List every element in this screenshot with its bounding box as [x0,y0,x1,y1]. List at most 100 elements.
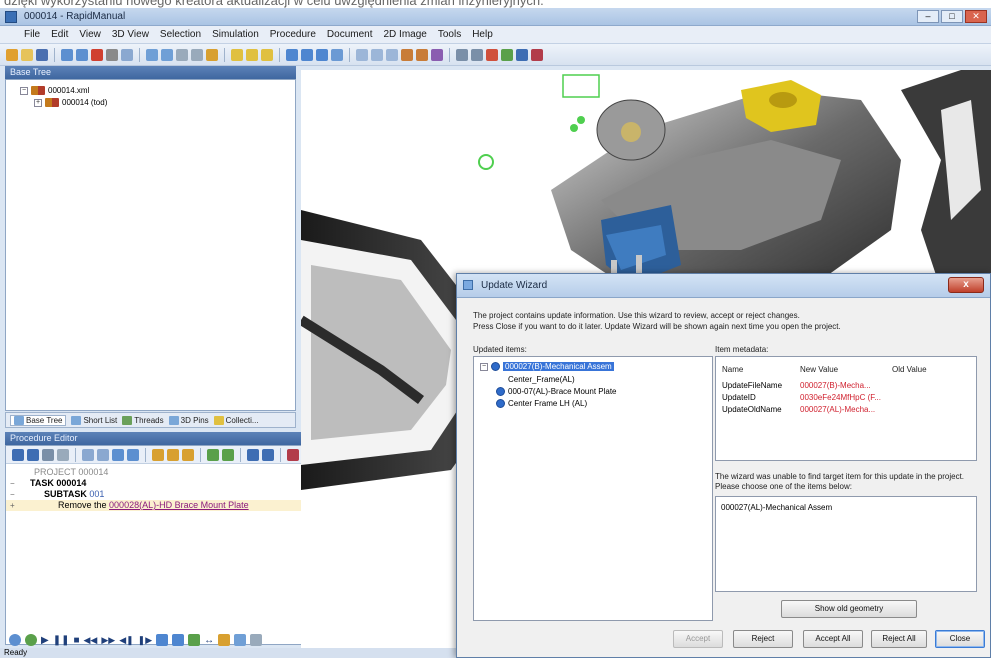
move-down-icon[interactable] [127,448,139,461]
meta-row[interactable]: UpdateID 0030eFe24MfHpC (F... [720,393,974,404]
updated-item[interactable]: Center_Frame(AL) [508,375,575,384]
step-part-link[interactable]: 000028(AL)-HD Brace Mount Plate [109,500,249,510]
updated-item[interactable]: Center Frame LH (AL) [496,399,587,408]
cut-icon[interactable] [106,48,118,61]
loop-icon[interactable] [25,634,37,646]
menu-3d-view[interactable]: 3D View [112,29,149,40]
material-icon[interactable] [501,48,513,61]
menu-simulation[interactable]: Simulation [212,29,259,40]
delete-icon[interactable] [91,48,103,61]
render-icon[interactable] [206,48,218,61]
indent-icon[interactable] [82,448,94,461]
target-item[interactable]: 000027(AL)-Mechanical Assem [721,503,832,512]
move-up-icon[interactable] [112,448,124,461]
delete-step-icon[interactable] [57,448,69,461]
collapse-icon[interactable]: − [10,490,15,499]
menu-document[interactable]: Document [327,29,373,40]
step-back-icon[interactable]: ◀❚ [119,635,133,646]
replace-icon[interactable] [262,448,274,461]
view-top-icon[interactable] [371,48,383,61]
link-icon[interactable] [152,448,164,461]
note-icon[interactable] [182,448,194,461]
updated-item[interactable]: 000-07(AL)-Brace Mount Plate [496,387,617,396]
pan-icon[interactable] [246,48,258,61]
updated-item[interactable]: − 000027(B)-Mechanical Assem [480,362,614,371]
close-button[interactable]: Close [935,630,985,648]
minimize-icon[interactable]: – [917,10,939,23]
tab-threads[interactable]: Threads [122,415,164,425]
menu-selection[interactable]: Selection [160,29,201,40]
menu-help[interactable]: Help [472,29,493,40]
expand-icon[interactable]: + [34,98,42,107]
accept-all-button[interactable]: Accept All [803,630,863,648]
rewind-icon[interactable]: ◀◀ [84,635,98,646]
spell-icon[interactable] [287,448,299,461]
layout-icon[interactable] [191,48,203,61]
image-icon[interactable] [167,448,179,461]
paint-icon[interactable] [486,48,498,61]
collapse-icon[interactable]: − [10,479,15,488]
select-add-icon[interactable] [301,48,313,61]
find-icon[interactable] [247,448,259,461]
menu-2d-image[interactable]: 2D Image [383,29,426,40]
close-window-icon[interactable]: ✕ [965,10,987,23]
select-filter-icon[interactable] [316,48,328,61]
tab-base-tree[interactable]: Base Tree [10,414,67,426]
fit-icon[interactable] [161,48,173,61]
light-icon[interactable] [471,48,483,61]
tab-collections[interactable]: Collecti... [213,415,259,425]
zoom-icon[interactable] [146,48,158,61]
doc-icon[interactable] [42,448,54,461]
grid-icon[interactable] [176,48,188,61]
globe-icon[interactable] [531,48,543,61]
section-icon[interactable] [416,48,428,61]
expand-icon[interactable]: + [10,501,15,510]
tab-short-list[interactable]: Short List [71,415,117,425]
menu-view[interactable]: View [79,29,101,40]
copy-icon[interactable] [121,48,133,61]
meta-row[interactable]: UpdateOldName 000027(AL)-Mecha... [720,405,974,416]
select-icon[interactable] [286,48,298,61]
redo-icon[interactable] [76,48,88,61]
view-front-icon[interactable] [356,48,368,61]
menu-edit[interactable]: Edit [51,29,68,40]
open-icon[interactable] [21,48,33,61]
accept-button[interactable]: Accept [673,630,723,648]
undo-icon[interactable] [61,48,73,61]
camera-icon[interactable] [456,48,468,61]
outdent-icon[interactable] [97,448,109,461]
pause-icon[interactable]: ❚❚ [53,635,70,646]
swap-icon[interactable]: ↔ [204,635,214,646]
save-icon[interactable] [36,48,48,61]
explode-icon[interactable] [401,48,413,61]
meta-row[interactable]: UpdateFileName 000027(B)-Mecha... [720,381,974,392]
tree-item-root[interactable]: − 000014.xml [20,86,89,95]
collapse-icon[interactable]: − [480,362,488,371]
callout-icon[interactable] [222,448,234,461]
frame-icon[interactable] [250,634,263,646]
dialog-close-icon[interactable]: x [948,277,984,293]
reject-all-button[interactable]: Reject All [871,630,927,648]
tab-3d-pins[interactable]: 3D Pins [168,415,209,425]
new-icon[interactable] [6,48,18,61]
show-old-geometry-button[interactable]: Show old geometry [781,600,917,618]
view-side-icon[interactable] [386,48,398,61]
menu-tools[interactable]: Tools [438,29,461,40]
add-step-icon[interactable] [12,448,24,461]
search-icon[interactable] [234,634,247,646]
rotate-icon[interactable] [231,48,243,61]
add-task-icon[interactable] [27,448,39,461]
step-forward-icon[interactable]: ❚▶ [138,635,152,646]
menu-file[interactable]: File [24,29,40,40]
capture-icon[interactable] [156,634,169,646]
trajectory-icon[interactable] [218,634,231,646]
arrow-icon[interactable] [207,448,219,461]
stop-icon[interactable]: ■ [73,635,79,646]
keyframe-icon[interactable] [188,634,201,646]
tools-icon[interactable] [431,48,443,61]
measure-icon[interactable] [331,48,343,61]
refresh-icon[interactable] [9,634,21,646]
record-icon[interactable] [172,634,185,646]
collapse-icon[interactable]: − [20,86,28,95]
play-icon[interactable]: ▶ [41,635,49,646]
